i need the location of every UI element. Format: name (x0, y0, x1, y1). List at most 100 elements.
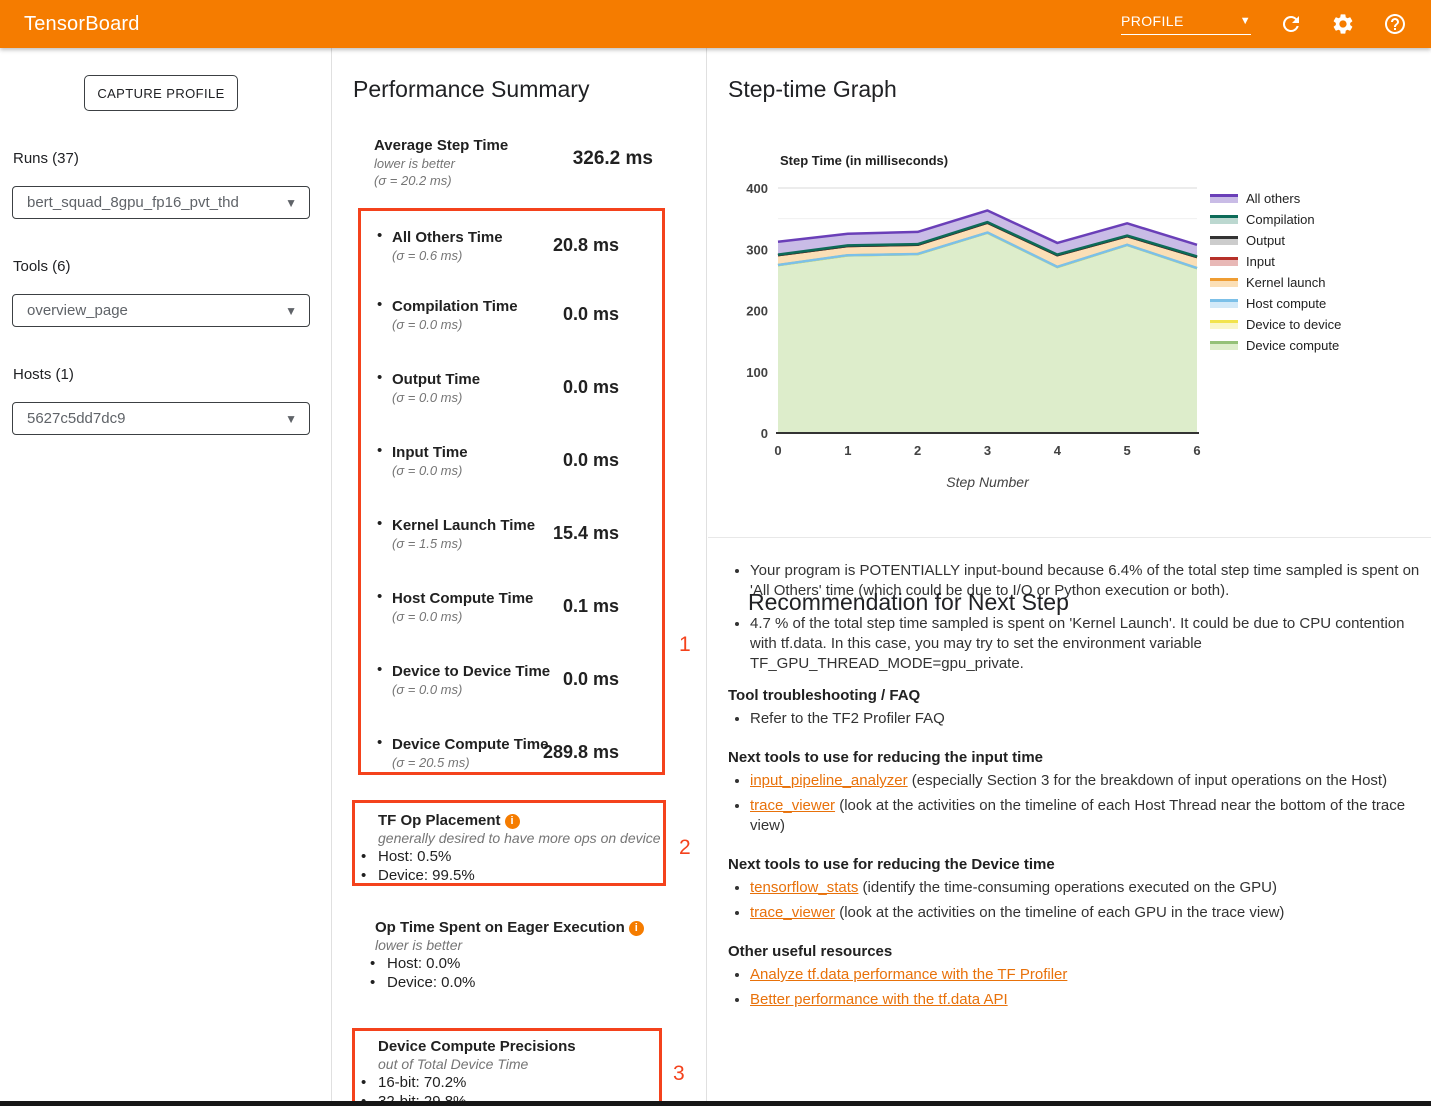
input-pipeline-analyzer-link[interactable]: input_pipeline_analyzer (750, 772, 908, 789)
svg-text:3: 3 (984, 443, 991, 458)
item-value: 289.8 ms (543, 742, 619, 763)
annotation-label-2: 2 (679, 836, 691, 860)
help-button[interactable] (1383, 12, 1407, 36)
trace-viewer-link[interactable]: trace_viewer (750, 904, 835, 921)
precisions-note: out of Total Device Time (378, 1056, 659, 1073)
device-tools-heading: Next tools to use for reducing the Devic… (728, 856, 1428, 873)
tfdata-profiler-link[interactable]: Analyze tf.data performance with the TF … (750, 966, 1067, 983)
item-value: 20.8 ms (553, 235, 619, 256)
legend-swatch-icon (1210, 299, 1238, 308)
legend-label: Input (1246, 254, 1275, 269)
list-item: • Input Time (σ = 0.0 ms) 0.0 ms (332, 427, 639, 500)
legend-item: Device to device (1210, 314, 1341, 335)
legend-item: Input (1210, 251, 1341, 272)
info-icon[interactable]: i (629, 921, 644, 936)
recommendation-title: Recommendation for Next Step (748, 589, 1069, 616)
dashboard-selector-value: PROFILE (1121, 13, 1184, 29)
dashboard-selector[interactable]: PROFILE ▼ (1121, 13, 1251, 35)
list-item: • Compilation Time (σ = 0.0 ms) 0.0 ms (332, 281, 639, 354)
annotation-box-2: TF Op Placement i generally desired to ha… (352, 800, 666, 886)
item-value: 15.4 ms (553, 523, 619, 544)
legend-swatch-icon (1210, 236, 1238, 245)
tfdata-api-link[interactable]: Better performance with the tf.data API (750, 991, 1008, 1008)
tf-op-placement-note: generally desired to have more ops on de… (378, 830, 663, 847)
list-item-text: (look at the activities on the timeline … (835, 904, 1284, 921)
bullet-icon: • (377, 734, 382, 751)
chevron-down-icon: ▼ (1240, 15, 1251, 27)
eager-execution-note: lower is better (375, 937, 675, 954)
item-value: 0.1 ms (563, 596, 619, 617)
chevron-down-icon: ▼ (285, 196, 297, 210)
svg-text:300: 300 (746, 242, 768, 257)
input-tools-heading: Next tools to use for reducing the input… (728, 749, 1428, 766)
average-step-time-value: 326.2 ms (573, 148, 653, 170)
svg-text:0: 0 (761, 426, 768, 441)
precisions-title: Device Compute Precisions (378, 1037, 659, 1056)
legend-label: Device to device (1246, 317, 1341, 332)
bullet-icon: • (361, 866, 366, 885)
step-time-graph-title: Step-time Graph (728, 76, 897, 103)
refresh-icon (1279, 12, 1303, 36)
capture-profile-button[interactable]: CAPTURE PROFILE (84, 75, 238, 111)
bullet-icon: • (377, 369, 382, 386)
sidebar: CAPTURE PROFILE Runs (37) bert_squad_8gp… (0, 48, 332, 1106)
list-item: trace_viewer (look at the activities on … (750, 796, 1428, 836)
tf-op-placement-title: TF Op Placement (378, 812, 501, 829)
legend-swatch-icon (1210, 215, 1238, 224)
list-item: Better performance with the tf.data API (750, 990, 1428, 1010)
settings-button[interactable] (1331, 12, 1355, 36)
trace-viewer-link[interactable]: trace_viewer (750, 797, 835, 814)
bullet-icon: • (377, 515, 382, 532)
legend-item: Host compute (1210, 293, 1341, 314)
svg-text:100: 100 (746, 365, 768, 380)
tools-select[interactable]: overview_page ▼ (12, 294, 310, 327)
item-value: 0.0 ms (563, 450, 619, 471)
hosts-label: Hosts (1) (13, 366, 74, 383)
annotation-box-3: Device Compute Precisions out of Total D… (352, 1028, 662, 1105)
list-item: • All Others Time (σ = 0.6 ms) 20.8 ms (332, 208, 639, 281)
eager-execution: Op Time Spent on Eager Executioni lower … (375, 918, 675, 992)
faq-heading: Tool troubleshooting / FAQ (728, 687, 1428, 704)
legend-item: Device compute (1210, 335, 1341, 356)
bullet-icon: • (377, 227, 382, 244)
list-item: trace_viewer (look at the activities on … (750, 903, 1428, 923)
tensorflow-stats-link[interactable]: tensorflow_stats (750, 879, 858, 896)
item-value: 0.0 ms (563, 377, 619, 398)
list-item: • Output Time (σ = 0.0 ms) 0.0 ms (332, 354, 639, 427)
legend-item: Output (1210, 230, 1341, 251)
list-item: tensorflow_stats (identify the time-cons… (750, 878, 1428, 898)
svg-text:5: 5 (1124, 443, 1131, 458)
legend-label: Output (1246, 233, 1285, 248)
performance-summary-title: Performance Summary (353, 76, 589, 103)
runs-select[interactable]: bert_squad_8gpu_fp16_pvt_thd ▼ (12, 186, 310, 219)
tf-op-placement-device: Device: 99.5% (378, 867, 475, 884)
hosts-select[interactable]: 5627c5dd7dc9 ▼ (12, 402, 310, 435)
divider (708, 537, 1431, 538)
average-step-time-label: Average Step Time (374, 136, 604, 155)
item-value: 0.0 ms (563, 669, 619, 690)
eager-device: Device: 0.0% (387, 974, 475, 991)
bullet-icon: • (377, 296, 382, 313)
list-item: input_pipeline_analyzer (especially Sect… (750, 771, 1428, 791)
bullet-icon: • (361, 1073, 366, 1092)
app-header: TensorBoard PROFILE ▼ (0, 0, 1431, 48)
list-item: • Device Compute Time (σ = 20.5 ms) 289.… (332, 719, 639, 792)
list-item: • Kernel Launch Time (σ = 1.5 ms) 15.4 m… (332, 500, 639, 573)
chevron-down-icon: ▼ (285, 304, 297, 318)
recommendation-bullets: Your program is POTENTIALLY input-bound … (728, 561, 1428, 674)
tf-op-placement: TF Op Placement i generally desired to ha… (355, 803, 663, 885)
svg-text:1: 1 (844, 443, 851, 458)
list-item: Analyze tf.data performance with the TF … (750, 965, 1428, 985)
annotation-label-1: 1 (679, 633, 691, 657)
svg-text:4: 4 (1054, 443, 1062, 458)
refresh-button[interactable] (1279, 12, 1303, 36)
legend-swatch-icon (1210, 341, 1238, 350)
legend-label: Kernel launch (1246, 275, 1326, 290)
annotation-label-3: 3 (673, 1062, 685, 1086)
chevron-down-icon: ▼ (285, 412, 297, 426)
info-icon[interactable]: i (505, 814, 520, 829)
gear-icon (1331, 12, 1355, 36)
bullet-icon: • (377, 588, 382, 605)
legend-item: Kernel launch (1210, 272, 1341, 293)
eager-host: Host: 0.0% (387, 955, 460, 972)
